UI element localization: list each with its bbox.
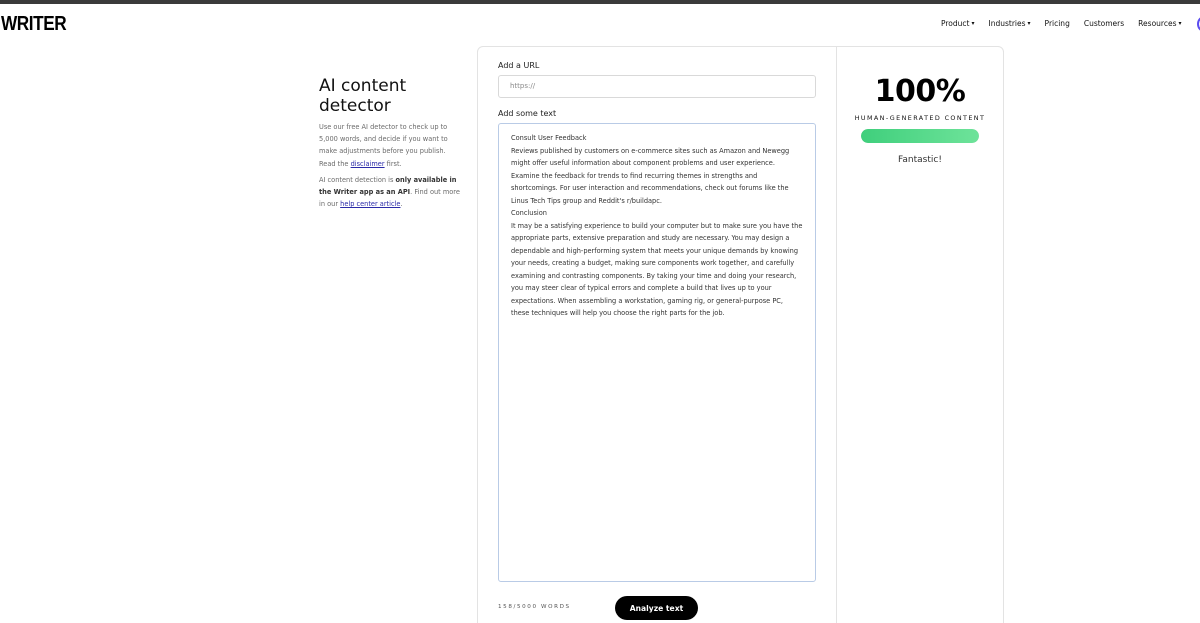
api-note-text: AI content detection is: [319, 175, 396, 184]
intro-panel: AI content detector Use our free AI dete…: [319, 76, 463, 210]
nav-item-label: Pricing: [1044, 19, 1070, 28]
text-input[interactable]: Consult User Feedback Reviews published …: [498, 123, 816, 582]
text-line: Reviews published by customers on e-comm…: [511, 146, 790, 205]
nav-item-label: Product: [941, 19, 970, 28]
nav-item-label: Industries: [988, 19, 1026, 28]
chevron-down-icon: ▾: [1027, 20, 1031, 27]
card-divider: [836, 47, 837, 623]
nav-item-customers[interactable]: Customers: [1084, 19, 1124, 28]
writer-logo[interactable]: WRITER: [1, 13, 67, 36]
main-nav: Product ▾ Industries ▾ Pricing Customers…: [941, 19, 1196, 28]
text-line: It may be a satisfying experience to bui…: [511, 221, 803, 318]
score-bar: [861, 129, 979, 143]
disclaimer-link[interactable]: disclaimer: [351, 160, 385, 168]
chevron-down-icon: ▾: [1178, 20, 1182, 27]
text-line: Consult User Feedback: [511, 134, 587, 142]
text-line: Conclusion: [511, 209, 547, 217]
page-title: AI content detector: [319, 76, 407, 116]
help-center-link[interactable]: help center article: [340, 200, 400, 208]
score-verdict: Fantastic!: [898, 155, 942, 165]
score-bar-fill: [861, 129, 979, 143]
text-label: Add some text: [498, 109, 557, 118]
score-label: HUMAN-GENERATED CONTENT: [854, 114, 986, 122]
nav-item-label: Resources: [1138, 19, 1177, 28]
nav-item-pricing[interactable]: Pricing: [1045, 19, 1070, 28]
word-count: 158/5000 WORDS: [498, 604, 571, 610]
nav-item-industries[interactable]: Industries ▾: [989, 19, 1031, 28]
analyze-button[interactable]: Analyze text: [615, 596, 698, 620]
score-value: 100%: [874, 74, 966, 109]
top-border: [0, 0, 1200, 4]
intro-description: Use our free AI detector to check up to …: [319, 121, 463, 170]
url-label: Add a URL: [498, 61, 540, 70]
nav-item-resources[interactable]: Resources ▾: [1138, 19, 1181, 28]
nav-item-product[interactable]: Product ▾: [941, 19, 975, 28]
api-note-text: .: [400, 200, 403, 209]
url-input[interactable]: https://: [498, 75, 816, 98]
api-note: AI content detection is only available i…: [319, 174, 463, 211]
intro-text: first.: [384, 159, 402, 168]
chevron-down-icon: ▾: [971, 20, 975, 27]
nav-item-label: Customers: [1083, 19, 1125, 28]
